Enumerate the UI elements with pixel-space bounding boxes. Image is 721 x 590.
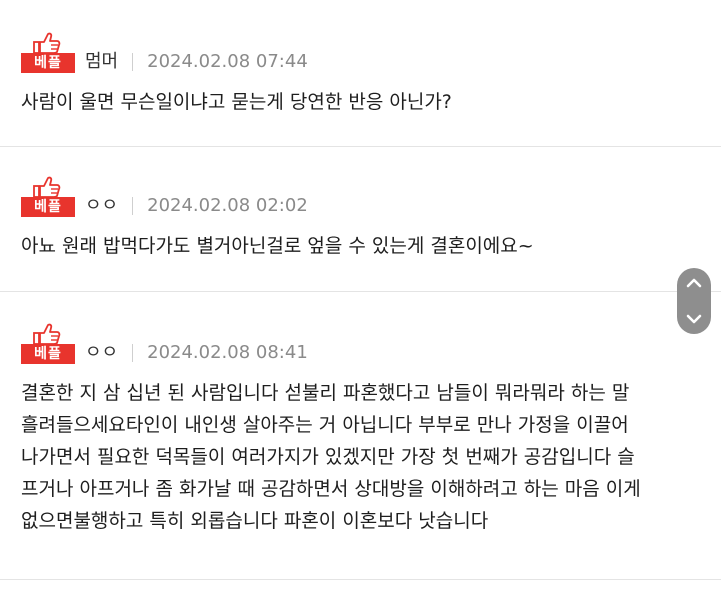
best-badge-label: 베플 bbox=[21, 197, 75, 217]
comment-item: 베플 ㅇㅇ 2024.02.08 08:41 결혼한 지 삼 십년 된 사람입니… bbox=[0, 291, 721, 580]
scroll-up-down-widget[interactable] bbox=[677, 268, 711, 334]
comment-body: 결혼한 지 삼 십년 된 사람입니다 섣불리 파혼했다고 남들이 뭐라뭐라 하는… bbox=[21, 382, 641, 532]
header-divider bbox=[132, 53, 134, 71]
thumbs-up-icon bbox=[33, 176, 61, 198]
comment-list: 베플 멈머 2024.02.08 07:44 사람이 울면 무슨일이냐고 묻는게… bbox=[0, 0, 721, 590]
comment-header: 베플 ㅇㅇ 2024.02.08 02:02 bbox=[21, 176, 308, 217]
chevron-down-icon[interactable] bbox=[684, 312, 704, 326]
best-badge: 베플 bbox=[21, 323, 75, 364]
chevron-up-icon[interactable] bbox=[684, 276, 704, 290]
comment-header: 베플 ㅇㅇ 2024.02.08 08:41 bbox=[21, 323, 308, 364]
comment-author[interactable]: 멈머 bbox=[85, 52, 118, 72]
comment-header: 베플 멈머 2024.02.08 07:44 bbox=[21, 32, 308, 73]
header-divider bbox=[132, 197, 134, 215]
best-badge: 베플 bbox=[21, 32, 75, 73]
best-badge-label: 베플 bbox=[21, 344, 75, 364]
header-divider bbox=[132, 344, 134, 362]
comment-body: 아뇨 원래 밥먹다가도 별거아닌걸로 엎을 수 있는게 결혼이에요~ bbox=[21, 235, 534, 257]
comment-author[interactable]: ㅇㅇ bbox=[85, 343, 118, 363]
thumbs-up-icon bbox=[33, 323, 61, 345]
comment-item: 베플 ㅇㅇ 2024.02.08 02:02 아뇨 원래 밥먹다가도 별거아닌걸… bbox=[0, 146, 721, 292]
thumbs-up-icon bbox=[33, 32, 61, 54]
comment-body: 사람이 울면 무슨일이냐고 묻는게 당연한 반응 아닌가? bbox=[21, 91, 452, 113]
best-badge: 베플 bbox=[21, 176, 75, 217]
comment-author[interactable]: ㅇㅇ bbox=[85, 196, 118, 216]
comment-item: 베플 멈머 2024.02.08 07:44 사람이 울면 무슨일이냐고 묻는게… bbox=[0, 0, 721, 147]
comment-timestamp: 2024.02.08 08:41 bbox=[147, 342, 308, 363]
comment-timestamp: 2024.02.08 02:02 bbox=[147, 195, 308, 216]
best-badge-label: 베플 bbox=[21, 53, 75, 73]
comment-timestamp: 2024.02.08 07:44 bbox=[147, 51, 308, 72]
